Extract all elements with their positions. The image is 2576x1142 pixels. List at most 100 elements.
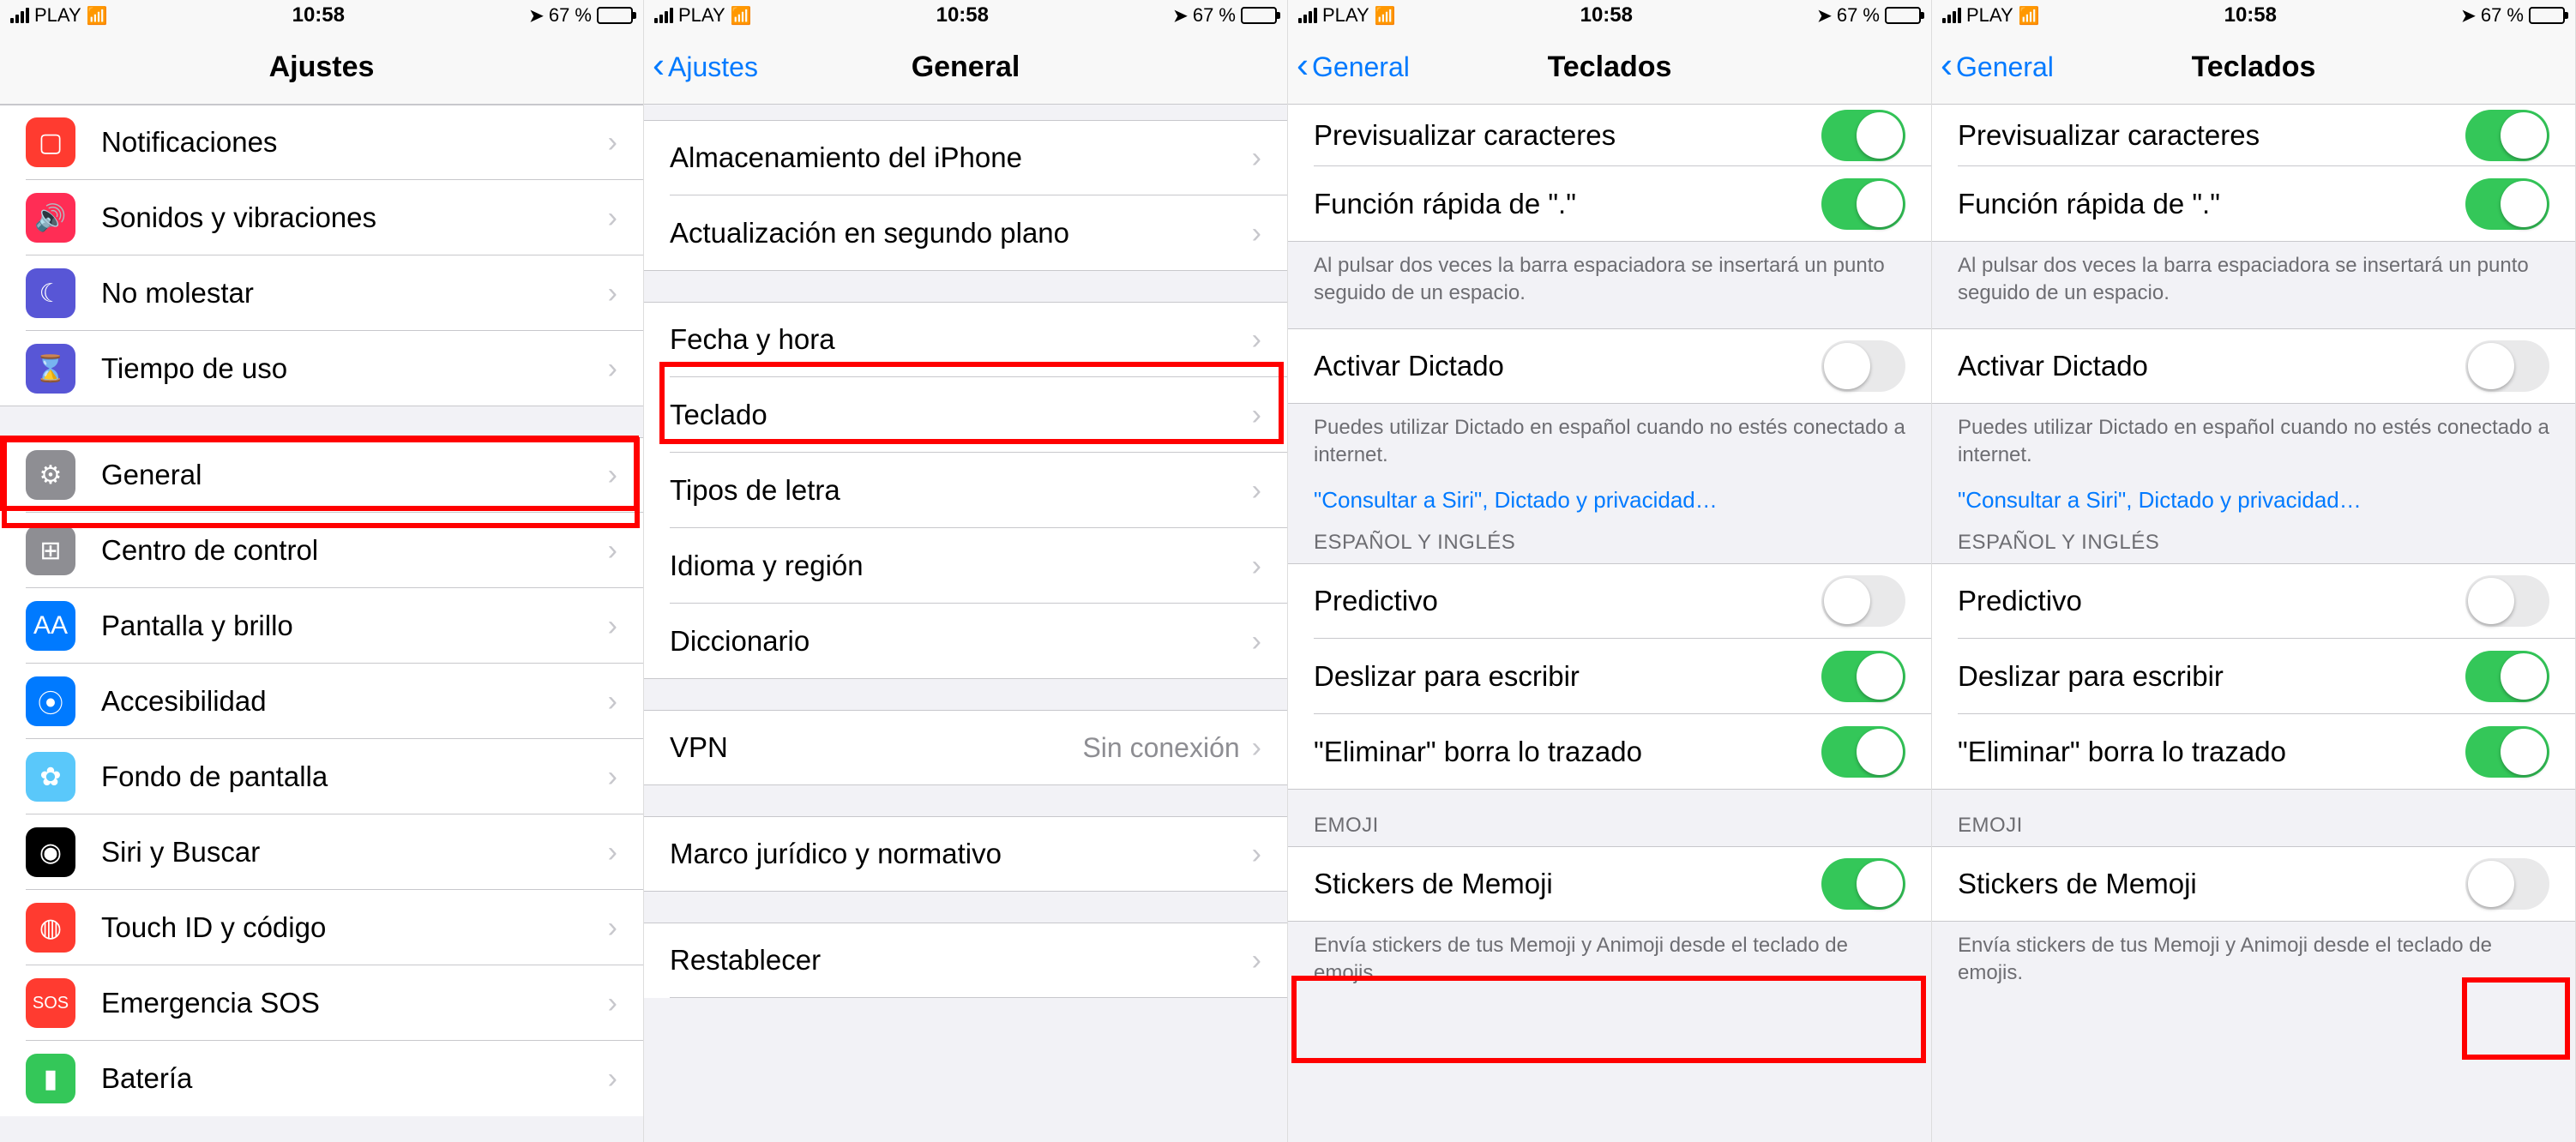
fingerprint-icon: ◍ bbox=[26, 903, 75, 953]
toggle-deslizar[interactable] bbox=[2465, 651, 2549, 702]
screen-ajustes: PLAY 📶 10:58 ➤ 67 % Ajustes ▢ Notificaci… bbox=[0, 0, 644, 1142]
row-funcion-rapida[interactable]: Función rápida de "." bbox=[1288, 166, 1931, 242]
row-eliminar[interactable]: "Eliminar" borra lo trazado bbox=[1932, 714, 2575, 790]
row-pantalla-brillo[interactable]: AA Pantalla y brillo › bbox=[0, 588, 643, 664]
wifi-icon: 📶 bbox=[2019, 5, 2040, 27]
status-bar: PLAY 📶 10:58 ➤ 67 % bbox=[1932, 0, 2575, 31]
row-vpn[interactable]: VPN Sin conexión › bbox=[644, 710, 1287, 785]
row-sonidos[interactable]: 🔊 Sonidos y vibraciones › bbox=[0, 180, 643, 255]
footer-emoji: Envía stickers de tus Memoji y Animoji d… bbox=[1288, 922, 1931, 993]
row-sos[interactable]: SOS Emergencia SOS › bbox=[0, 965, 643, 1041]
row-tiempo-uso[interactable]: ⌛ Tiempo de uso › bbox=[0, 331, 643, 406]
battery-icon bbox=[1885, 7, 1921, 24]
row-fecha-hora[interactable]: Fecha y hora › bbox=[644, 302, 1287, 377]
sos-icon: SOS bbox=[26, 978, 75, 1028]
row-dictado[interactable]: Activar Dictado bbox=[1932, 328, 2575, 404]
toggle-memoji[interactable] bbox=[2465, 858, 2549, 910]
toggle-previsualizar[interactable] bbox=[2465, 110, 2549, 161]
row-restablecer[interactable]: Restablecer › bbox=[644, 923, 1287, 998]
chevron-right-icon: › bbox=[608, 201, 617, 235]
siri-icon: ◉ bbox=[26, 827, 75, 877]
footer-dictado: Puedes utilizar Dictado en español cuand… bbox=[1932, 404, 2575, 475]
carrier-label: PLAY bbox=[1322, 4, 1369, 27]
carrier-label: PLAY bbox=[1966, 4, 2013, 27]
link-siri-privacy[interactable]: "Consultar a Siri", Dictado y privacidad… bbox=[1288, 475, 1931, 522]
row-eliminar[interactable]: "Eliminar" borra lo trazado bbox=[1288, 714, 1931, 790]
general-list[interactable]: Almacenamiento del iPhone › Actualizació… bbox=[644, 105, 1287, 998]
row-almacenamiento[interactable]: Almacenamiento del iPhone › bbox=[644, 120, 1287, 195]
row-no-molestar[interactable]: ☾ No molestar › bbox=[0, 255, 643, 331]
status-time: 10:58 bbox=[2224, 3, 2277, 27]
row-deslizar[interactable]: Deslizar para escribir bbox=[1288, 639, 1931, 714]
toggle-funcion-rapida[interactable] bbox=[1821, 178, 1905, 230]
status-bar: PLAY 📶 10:58 ➤ 67 % bbox=[0, 0, 643, 31]
battery-pct: 67 % bbox=[1193, 4, 1236, 27]
moon-icon: ☾ bbox=[26, 268, 75, 318]
toggle-dictado[interactable] bbox=[2465, 340, 2549, 392]
row-fondo-pantalla[interactable]: ✿ Fondo de pantalla › bbox=[0, 739, 643, 814]
chevron-right-icon: › bbox=[1252, 399, 1261, 432]
teclados-list[interactable]: Previsualizar caracteres Función rápida … bbox=[1932, 105, 2575, 992]
chevron-right-icon: › bbox=[608, 277, 617, 310]
row-notificaciones[interactable]: ▢ Notificaciones › bbox=[0, 105, 643, 180]
signal-icon bbox=[654, 8, 673, 23]
settings-list[interactable]: ▢ Notificaciones › 🔊 Sonidos y vibracion… bbox=[0, 105, 643, 1116]
row-predictivo[interactable]: Predictivo bbox=[1932, 563, 2575, 639]
toggle-funcion-rapida[interactable] bbox=[2465, 178, 2549, 230]
screen-general: PLAY 📶 10:58 ➤ 67 % ‹ Ajustes General Al… bbox=[644, 0, 1288, 1142]
chevron-right-icon: › bbox=[1252, 625, 1261, 658]
toggle-previsualizar[interactable] bbox=[1821, 110, 1905, 161]
status-time: 10:58 bbox=[936, 3, 989, 27]
chevron-right-icon: › bbox=[1252, 474, 1261, 508]
toggle-predictivo[interactable] bbox=[1821, 575, 1905, 627]
row-general[interactable]: ⚙ General › bbox=[0, 437, 643, 513]
row-touch-id[interactable]: ◍ Touch ID y código › bbox=[0, 890, 643, 965]
footer-dictado: Puedes utilizar Dictado en español cuand… bbox=[1288, 404, 1931, 475]
chevron-right-icon: › bbox=[608, 352, 617, 386]
toggle-memoji[interactable] bbox=[1821, 858, 1905, 910]
toggle-deslizar[interactable] bbox=[1821, 651, 1905, 702]
row-deslizar[interactable]: Deslizar para escribir bbox=[1932, 639, 2575, 714]
row-centro-control[interactable]: ⊞ Centro de control › bbox=[0, 513, 643, 588]
row-tipos-letra[interactable]: Tipos de letra › bbox=[644, 453, 1287, 528]
chevron-right-icon: › bbox=[1252, 944, 1261, 977]
row-predictivo[interactable]: Predictivo bbox=[1288, 563, 1931, 639]
row-marco-juridico[interactable]: Marco jurídico y normativo › bbox=[644, 816, 1287, 892]
row-diccionario[interactable]: Diccionario › bbox=[644, 604, 1287, 679]
sound-icon: 🔊 bbox=[26, 193, 75, 243]
row-previsualizar[interactable]: Previsualizar caracteres bbox=[1932, 105, 2575, 166]
back-button[interactable]: ‹ Ajustes bbox=[653, 31, 758, 104]
row-teclado[interactable]: Teclado › bbox=[644, 377, 1287, 453]
nav-bar: ‹ General Teclados bbox=[1288, 31, 1931, 105]
row-previsualizar[interactable]: Previsualizar caracteres bbox=[1288, 105, 1931, 166]
chevron-right-icon: › bbox=[608, 760, 617, 794]
carrier-label: PLAY bbox=[34, 4, 81, 27]
link-siri-privacy[interactable]: "Consultar a Siri", Dictado y privacidad… bbox=[1932, 475, 2575, 522]
chevron-right-icon: › bbox=[608, 1062, 617, 1096]
toggle-predictivo[interactable] bbox=[2465, 575, 2549, 627]
row-siri-buscar[interactable]: ◉ Siri y Buscar › bbox=[0, 814, 643, 890]
toggle-eliminar[interactable] bbox=[1821, 726, 1905, 778]
gear-icon: ⚙ bbox=[26, 450, 75, 500]
row-idioma-region[interactable]: Idioma y región › bbox=[644, 528, 1287, 604]
wifi-icon: 📶 bbox=[1375, 5, 1396, 27]
row-memoji[interactable]: Stickers de Memoji bbox=[1288, 846, 1931, 922]
row-dictado[interactable]: Activar Dictado bbox=[1288, 328, 1931, 404]
toggle-dictado[interactable] bbox=[1821, 340, 1905, 392]
status-bar: PLAY 📶 10:58 ➤ 67 % bbox=[644, 0, 1287, 31]
page-title: Ajustes bbox=[269, 51, 375, 84]
signal-icon bbox=[1942, 8, 1961, 23]
footer-top: Al pulsar dos veces la barra espaciadora… bbox=[1288, 242, 1931, 313]
back-button[interactable]: ‹ General bbox=[1297, 31, 1410, 104]
row-memoji[interactable]: Stickers de Memoji bbox=[1932, 846, 2575, 922]
signal-icon bbox=[1298, 8, 1317, 23]
row-bateria[interactable]: ▮ Batería › bbox=[0, 1041, 643, 1116]
row-actualizacion[interactable]: Actualización en segundo plano › bbox=[644, 195, 1287, 271]
chevron-right-icon: › bbox=[1252, 141, 1261, 175]
back-button[interactable]: ‹ General bbox=[1941, 31, 2054, 104]
accessibility-icon: ⦿ bbox=[26, 676, 75, 726]
teclados-list[interactable]: Previsualizar caracteres Función rápida … bbox=[1288, 105, 1931, 992]
row-funcion-rapida[interactable]: Función rápida de "." bbox=[1932, 166, 2575, 242]
row-accesibilidad[interactable]: ⦿ Accesibilidad › bbox=[0, 664, 643, 739]
toggle-eliminar[interactable] bbox=[2465, 726, 2549, 778]
